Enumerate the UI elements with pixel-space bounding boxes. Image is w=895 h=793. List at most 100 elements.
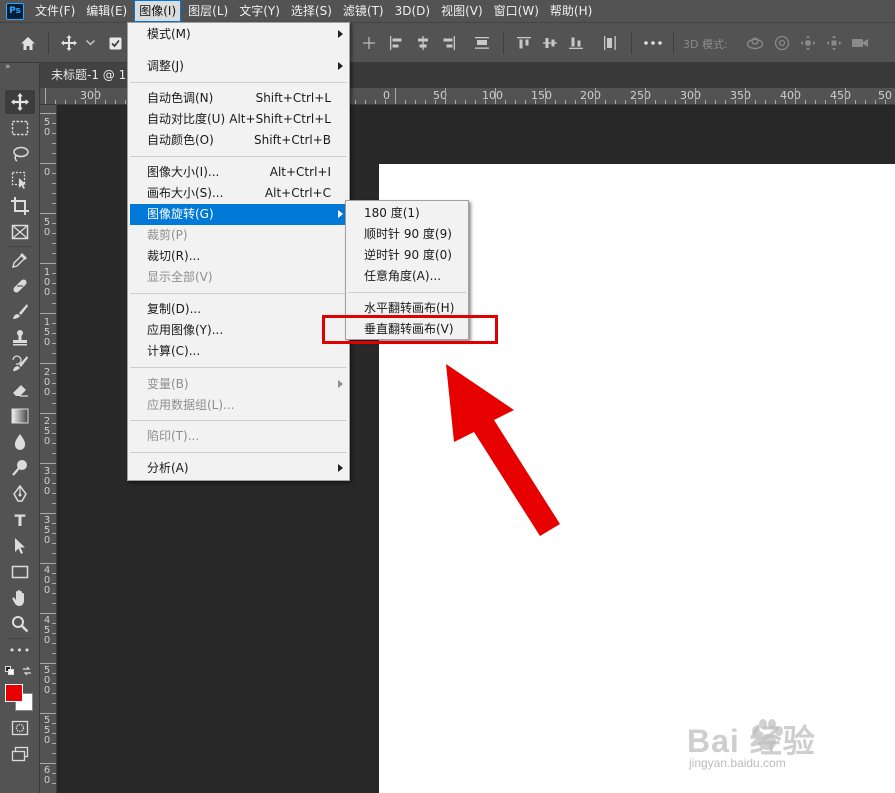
submenu-item-rotate-90-ccw[interactable]: 逆时针 90 度(0) bbox=[348, 245, 466, 266]
menu-image[interactable]: 图像(I) bbox=[134, 0, 182, 22]
object-select-tool[interactable] bbox=[5, 168, 35, 192]
menu-item-auto-tone[interactable]: 自动色调(N) Shift+Ctrl+L bbox=[130, 88, 347, 109]
ruler-tick bbox=[105, 100, 106, 104]
menu-select[interactable]: 选择(S) bbox=[287, 0, 336, 22]
menu-item-image-rotation[interactable]: 图像旋转(G) bbox=[130, 204, 347, 225]
ruler-tick bbox=[52, 773, 56, 774]
menu-item-apply-image[interactable]: 应用图像(Y)... bbox=[130, 320, 347, 341]
screen-mode-icon[interactable] bbox=[5, 742, 35, 766]
menu-item-apply-data-set[interactable]: 应用数据组(L)... bbox=[130, 395, 347, 416]
ruler-tick bbox=[425, 100, 426, 104]
ruler-tick bbox=[395, 88, 396, 104]
gradient-tool[interactable] bbox=[5, 404, 35, 428]
move-icon[interactable] bbox=[58, 23, 80, 63]
pen-tool[interactable] bbox=[5, 482, 35, 506]
blur-tool[interactable] bbox=[5, 430, 35, 454]
slide-3d-icon[interactable] bbox=[823, 23, 845, 63]
swap-colors-icon[interactable] bbox=[22, 666, 32, 679]
align-center-v-icon[interactable] bbox=[540, 23, 560, 63]
foreground-color-swatch[interactable] bbox=[5, 684, 23, 702]
distribute-icon[interactable] bbox=[472, 23, 492, 63]
menu-filter[interactable]: 滤镜(T) bbox=[339, 0, 388, 22]
submenu-item-arbitrary-angle[interactable]: 任意角度(A)... bbox=[348, 266, 466, 287]
ruler-tick bbox=[435, 100, 436, 104]
menu-layer[interactable]: 图层(L) bbox=[184, 0, 232, 22]
eraser-tool[interactable] bbox=[5, 378, 35, 402]
menu-item-trim[interactable]: 裁切(R)... bbox=[130, 246, 347, 267]
align-center-h-icon[interactable] bbox=[413, 23, 433, 63]
eyedropper-tool[interactable] bbox=[5, 248, 35, 272]
type-tool[interactable]: T bbox=[5, 508, 35, 532]
more-icon[interactable] bbox=[640, 23, 666, 63]
align-left-icon[interactable] bbox=[386, 23, 406, 63]
auto-select-checkbox[interactable] bbox=[106, 23, 124, 63]
align-top-icon[interactable] bbox=[514, 23, 534, 63]
menu-view[interactable]: 视图(V) bbox=[437, 0, 487, 22]
menu-item-image-size[interactable]: 图像大小(I)... Alt+Ctrl+I bbox=[130, 162, 347, 183]
chevron-down-icon[interactable] bbox=[82, 23, 98, 63]
dodge-tool[interactable] bbox=[5, 456, 35, 480]
ruler-tick bbox=[85, 100, 86, 104]
menu-3d[interactable]: 3D(D) bbox=[391, 0, 434, 22]
menu-item-auto-contrast[interactable]: 自动对比度(U) Alt+Shift+Ctrl+L bbox=[130, 109, 347, 130]
menu-type[interactable]: 文字(Y) bbox=[235, 0, 284, 22]
hand-tool[interactable] bbox=[5, 586, 35, 610]
menu-item-calculations[interactable]: 计算(C)... bbox=[130, 341, 347, 362]
home-icon[interactable] bbox=[14, 23, 42, 63]
zoom-tool[interactable] bbox=[5, 612, 35, 636]
clone-stamp-tool[interactable] bbox=[5, 326, 35, 350]
ruler-tick bbox=[355, 100, 356, 104]
submenu-arrow-icon bbox=[338, 210, 343, 218]
menu-window[interactable]: 窗口(W) bbox=[490, 0, 543, 22]
move-tool[interactable] bbox=[5, 90, 35, 114]
menu-item-auto-color[interactable]: 自动颜色(O) Shift+Ctrl+B bbox=[130, 130, 347, 151]
menu-item-trap[interactable]: 陷印(T)... bbox=[130, 426, 347, 447]
document-tab[interactable]: 未标题-1 @ 10 bbox=[40, 63, 130, 88]
menu-help[interactable]: 帮助(H) bbox=[546, 0, 596, 22]
menu-edit[interactable]: 编辑(E) bbox=[82, 0, 131, 22]
transform-controls-icon[interactable] bbox=[360, 23, 378, 63]
ruler-tick bbox=[52, 683, 56, 684]
more-tools[interactable]: ••• bbox=[5, 638, 35, 662]
ruler-tick bbox=[845, 88, 846, 104]
camera-3d-icon[interactable] bbox=[849, 23, 871, 63]
menu-item-canvas-size[interactable]: 画布大小(S)... Alt+Ctrl+C bbox=[130, 183, 347, 204]
menu-item-analysis[interactable]: 分析(A) bbox=[130, 458, 347, 479]
ruler-label: 300 bbox=[680, 89, 701, 102]
menu-item-variables[interactable]: 变量(B) bbox=[130, 374, 347, 395]
distribute-v-icon[interactable] bbox=[600, 23, 620, 63]
quick-mask-icon[interactable] bbox=[5, 716, 35, 740]
lasso-tool[interactable] bbox=[5, 142, 35, 166]
menu-file[interactable]: 文件(F) bbox=[31, 0, 79, 22]
ruler-tick bbox=[52, 233, 56, 234]
default-colors-icon[interactable] bbox=[5, 666, 15, 676]
brush-tool[interactable] bbox=[5, 300, 35, 324]
ruler-tick bbox=[815, 100, 816, 104]
submenu-item-rotate-180[interactable]: 180 度(1) bbox=[348, 203, 466, 224]
orbit-3d-icon[interactable] bbox=[744, 23, 766, 63]
align-right-icon[interactable] bbox=[439, 23, 459, 63]
rectangle-tool[interactable] bbox=[5, 560, 35, 584]
marquee-tool[interactable] bbox=[5, 116, 35, 140]
healing-brush-tool[interactable] bbox=[5, 274, 35, 298]
menu-separator bbox=[130, 367, 347, 368]
ruler-tick bbox=[535, 100, 536, 104]
crop-tool[interactable] bbox=[5, 194, 35, 218]
menu-item-crop[interactable]: 裁剪(P) bbox=[130, 225, 347, 246]
menu-item-mode[interactable]: 模式(M) bbox=[130, 24, 347, 45]
menu-item-adjustments[interactable]: 调整(J) bbox=[130, 56, 347, 77]
ruler-tick bbox=[595, 88, 596, 104]
submenu-item-rotate-90-cw[interactable]: 顺时针 90 度(9) bbox=[348, 224, 466, 245]
align-bottom-icon[interactable] bbox=[566, 23, 586, 63]
menu-item-reveal-all[interactable]: 显示全部(V) bbox=[130, 267, 347, 288]
roll-3d-icon[interactable] bbox=[771, 23, 793, 63]
frame-tool[interactable] bbox=[5, 220, 35, 244]
ruler-tick bbox=[505, 100, 506, 104]
collapse-panel-icon[interactable]: » bbox=[5, 63, 35, 73]
pan-3d-icon[interactable] bbox=[797, 23, 819, 63]
history-brush-tool[interactable] bbox=[5, 352, 35, 376]
menu-item-duplicate[interactable]: 复制(D)... bbox=[130, 299, 347, 320]
ruler-label: 4 0 0 bbox=[43, 565, 51, 596]
ruler-label: 2 5 0 bbox=[43, 416, 51, 447]
path-selection-tool[interactable] bbox=[5, 534, 35, 558]
